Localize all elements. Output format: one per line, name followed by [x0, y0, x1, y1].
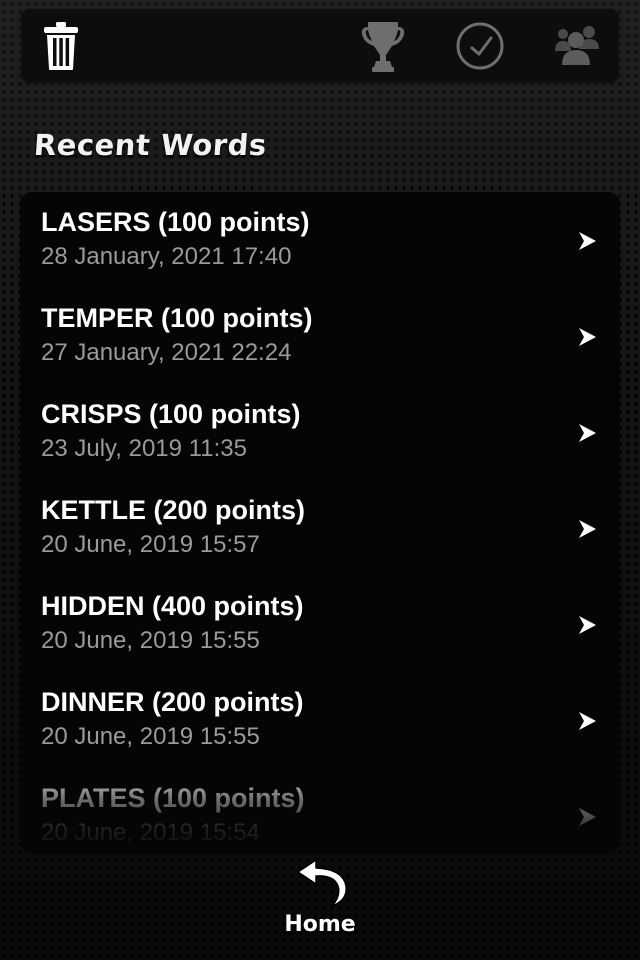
trash-icon [44, 22, 78, 70]
word-date: 20 June, 2019 15:57 [41, 531, 260, 558]
arrow-right-icon [579, 328, 596, 346]
word-row[interactable]: TEMPER (100 points) 27 January, 2021 22:… [20, 288, 620, 384]
trophy-icon [361, 22, 405, 72]
word-row[interactable]: LASERS (100 points) 28 January, 2021 17:… [20, 192, 620, 288]
arrow-right-icon [579, 712, 596, 730]
arrow-right-icon [579, 808, 596, 826]
word-label: DINNER (200 points) [41, 687, 304, 717]
word-label: HIDDEN (400 points) [41, 591, 304, 621]
people-icon [555, 26, 599, 65]
arrow-right-icon [579, 424, 596, 442]
recent-words-list: LASERS (100 points) 28 January, 2021 17:… [20, 192, 620, 854]
word-date: 27 January, 2021 22:24 [41, 339, 292, 366]
home-button[interactable]: Home [270, 856, 370, 946]
word-date: 20 June, 2019 15:55 [41, 627, 260, 654]
word-row[interactable]: DINNER (200 points) 20 June, 2019 15:55 [20, 672, 620, 768]
trophy-button[interactable] [348, 8, 418, 84]
clock-icon [456, 22, 504, 70]
people-button[interactable] [542, 8, 612, 84]
word-date: 20 June, 2019 15:55 [41, 723, 260, 750]
word-row[interactable]: CRISPS (100 points) 23 July, 2019 11:35 [20, 384, 620, 480]
word-label: PLATES (100 points) [41, 783, 305, 813]
word-date: 23 July, 2019 11:35 [41, 435, 247, 462]
word-label: LASERS (100 points) [41, 207, 310, 237]
word-label: KETTLE (200 points) [41, 495, 306, 525]
word-row[interactable]: PLATES (100 points) 20 June, 2019 15:54 [20, 768, 620, 854]
back-arrow-icon [297, 859, 347, 907]
section-title: Recent Words [32, 128, 268, 162]
arrow-right-icon [579, 616, 596, 634]
arrow-right-icon [579, 520, 596, 538]
word-date: 28 January, 2021 17:40 [41, 243, 292, 270]
home-label: Home [284, 912, 356, 937]
clock-button[interactable] [445, 8, 515, 84]
word-date: 20 June, 2019 15:54 [41, 819, 260, 846]
arrow-right-icon [579, 232, 596, 250]
word-row[interactable]: KETTLE (200 points) 20 June, 2019 15:57 [20, 480, 620, 576]
top-toolbar [20, 8, 620, 84]
trash-button[interactable] [26, 8, 96, 84]
word-row[interactable]: HIDDEN (400 points) 20 June, 2019 15:55 [20, 576, 620, 672]
word-label: CRISPS (100 points) [41, 399, 301, 429]
word-label: TEMPER (100 points) [41, 303, 313, 333]
